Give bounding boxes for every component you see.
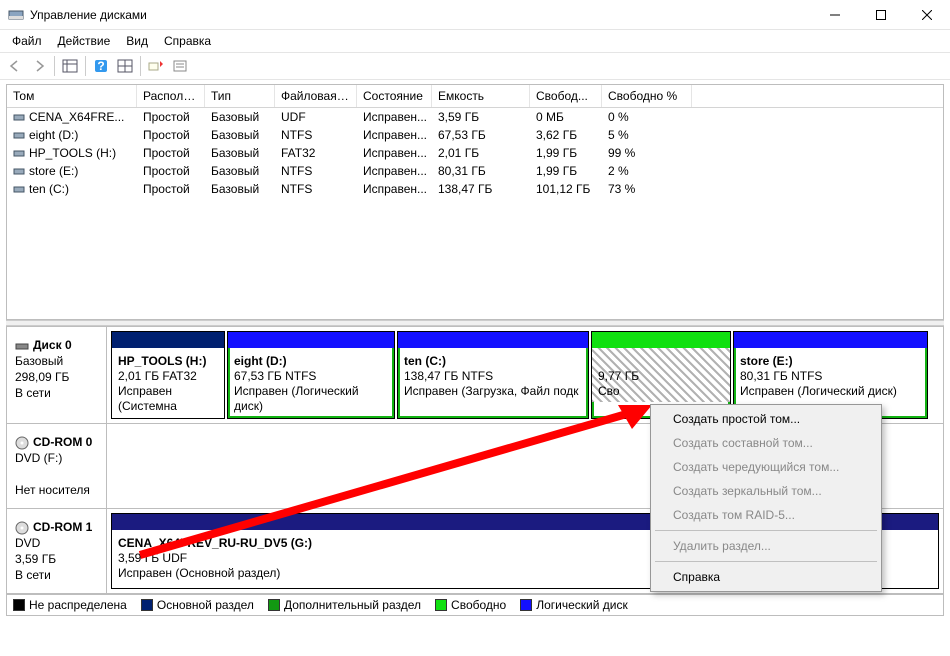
col-volume[interactable]: Том: [7, 85, 137, 107]
close-button[interactable]: [904, 0, 950, 30]
menu-action[interactable]: Действие: [50, 32, 119, 50]
titlebar: Управление дисками: [0, 0, 950, 30]
cm-create-spanned: Создать составной том...: [653, 431, 879, 455]
table-row[interactable]: store (E:)ПростойБазовыйNTFSИсправен...8…: [7, 162, 943, 180]
legend-free: Свободно: [451, 598, 506, 612]
vol-eight[interactable]: eight (D:)67,53 ГБ NTFSИсправен (Логичес…: [227, 331, 395, 419]
window-title: Управление дисками: [30, 8, 812, 22]
cd-icon: [15, 521, 29, 535]
table-row[interactable]: HP_TOOLS (H:)ПростойБазовыйFAT32Исправен…: [7, 144, 943, 162]
action-button[interactable]: [145, 55, 167, 77]
app-icon: [8, 7, 24, 23]
legend: Не распределена Основной раздел Дополнит…: [6, 594, 944, 616]
cdrom0-label[interactable]: CD-ROM 0 DVD (F:) Нет носителя: [7, 424, 107, 508]
cm-create-raid5: Создать том RAID-5...: [653, 503, 879, 527]
col-capacity[interactable]: Емкость: [432, 85, 530, 107]
legend-primary: Основной раздел: [157, 598, 254, 612]
vol-hp-tools[interactable]: HP_TOOLS (H:)2,01 ГБ FAT32Исправен (Сист…: [111, 331, 225, 419]
legend-logical: Логический диск: [536, 598, 628, 612]
svg-text:?: ?: [97, 59, 104, 73]
legend-unalloc: Не распределена: [29, 598, 127, 612]
volume-list[interactable]: Том Располо... Тип Файловая с... Состоян…: [6, 84, 944, 320]
volume-icon: [13, 183, 25, 195]
view-list-button[interactable]: [59, 55, 81, 77]
legend-extended: Дополнительный раздел: [284, 598, 421, 612]
menu-help[interactable]: Справка: [156, 32, 219, 50]
cm-help[interactable]: Справка: [653, 565, 879, 589]
maximize-button[interactable]: [858, 0, 904, 30]
col-layout[interactable]: Располо...: [137, 85, 205, 107]
volume-icon: [13, 147, 25, 159]
forward-button[interactable]: [28, 55, 50, 77]
list-header: Том Располо... Тип Файловая с... Состоян…: [7, 85, 943, 108]
col-fs[interactable]: Файловая с...: [275, 85, 357, 107]
volume-icon: [13, 165, 25, 177]
properties-button[interactable]: [169, 55, 191, 77]
volume-icon: [13, 129, 25, 141]
cd-icon: [15, 436, 29, 450]
grid-view-button[interactable]: [114, 55, 136, 77]
col-type[interactable]: Тип: [205, 85, 275, 107]
minimize-button[interactable]: [812, 0, 858, 30]
table-row[interactable]: eight (D:)ПростойБазовыйNTFSИсправен...6…: [7, 126, 943, 144]
table-row[interactable]: CENA_X64FRE...ПростойБазовыйUDFИсправен.…: [7, 108, 943, 126]
disk-icon: [15, 339, 29, 353]
back-button[interactable]: [4, 55, 26, 77]
menu-view[interactable]: Вид: [118, 32, 156, 50]
menubar: Файл Действие Вид Справка: [0, 30, 950, 52]
cm-create-striped: Создать чередующийся том...: [653, 455, 879, 479]
col-free[interactable]: Свобод...: [530, 85, 602, 107]
disk0-label[interactable]: Диск 0 Базовый 298,09 ГБ В сети: [7, 327, 107, 423]
table-row[interactable]: ten (C:)ПростойБазовыйNTFSИсправен...138…: [7, 180, 943, 198]
cm-create-mirror: Создать зеркальный том...: [653, 479, 879, 503]
col-freepct[interactable]: Свободно %: [602, 85, 692, 107]
volume-icon: [13, 111, 25, 123]
cdrom1-label[interactable]: CD-ROM 1 DVD 3,59 ГБ В сети: [7, 509, 107, 593]
col-status[interactable]: Состояние: [357, 85, 432, 107]
cm-delete: Удалить раздел...: [653, 534, 879, 558]
menu-file[interactable]: Файл: [4, 32, 50, 50]
cm-create-simple[interactable]: Создать простой том...: [653, 407, 879, 431]
vol-ten[interactable]: ten (C:)138,47 ГБ NTFSИсправен (Загрузка…: [397, 331, 589, 419]
toolbar: ?: [0, 52, 950, 80]
help-button[interactable]: ?: [90, 55, 112, 77]
context-menu: Создать простой том... Создать составной…: [650, 404, 882, 592]
